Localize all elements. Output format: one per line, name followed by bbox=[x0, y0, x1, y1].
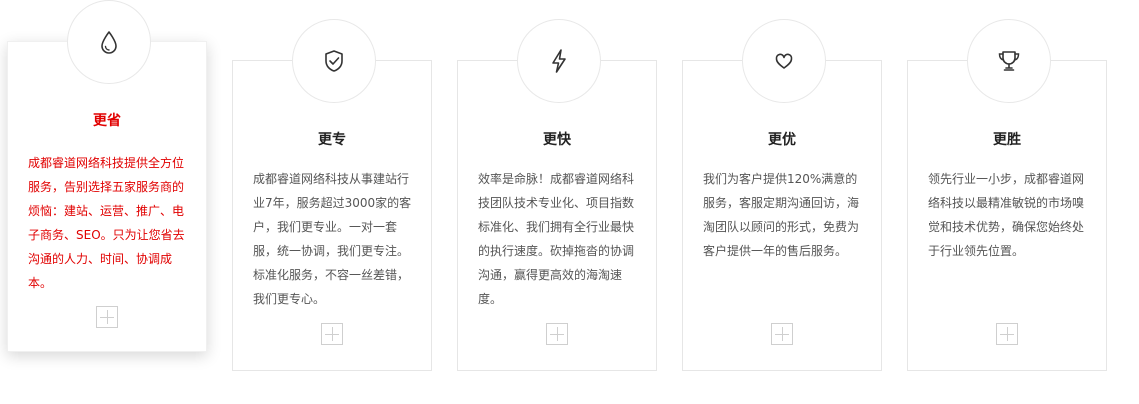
expand-plus-button[interactable] bbox=[96, 306, 118, 328]
heart-icon bbox=[775, 53, 793, 69]
shield-check-icon bbox=[325, 50, 343, 72]
trophy-icon bbox=[998, 51, 1020, 71]
feature-card-save[interactable]: 更省 成都睿道网络科技提供全方位服务，告别选择五家服务商的烦恼：建站、运营、推广… bbox=[7, 0, 207, 352]
card-title: 更省 bbox=[93, 113, 121, 129]
feature-card-fast[interactable]: 更快 效率是命脉！成都睿道网络科技团队技术专业化、项目指数标准化、我们拥有全行业… bbox=[457, 19, 657, 371]
card-description: 成都睿道网络科技从事建站行业7年，服务超过3000家的客户，我们更专业。一对一套… bbox=[253, 172, 412, 306]
expand-plus-button[interactable] bbox=[771, 323, 793, 345]
icon-badge bbox=[517, 19, 601, 103]
icon-badge bbox=[967, 19, 1051, 103]
expand-plus-button[interactable] bbox=[546, 323, 568, 345]
icon-badge bbox=[67, 0, 151, 84]
droplet-icon bbox=[101, 31, 117, 54]
card-title: 更胜 bbox=[993, 132, 1021, 148]
feature-card-professional[interactable]: 更专 成都睿道网络科技从事建站行业7年，服务超过3000家的客户，我们更专业。一… bbox=[232, 19, 432, 371]
feature-card-win[interactable]: 更胜 领先行业一小步，成都睿道网络科技以最精准敏锐的市场嗅觉和技术优势，确保您始… bbox=[907, 19, 1107, 371]
card-description: 我们为客户提供120%满意的服务，客服定期沟通回访，海淘团队以顾问的形式，免费为… bbox=[703, 172, 860, 258]
expand-plus-button[interactable] bbox=[996, 323, 1018, 345]
expand-plus-button[interactable] bbox=[321, 323, 343, 345]
card-description: 领先行业一小步，成都睿道网络科技以最精准敏锐的市场嗅觉和技术优势，确保您始终处于… bbox=[928, 172, 1085, 258]
card-description: 效率是命脉！成都睿道网络科技团队技术专业化、项目指数标准化、我们拥有全行业最快的… bbox=[478, 172, 635, 306]
icon-badge bbox=[292, 19, 376, 103]
card-title: 更快 bbox=[543, 132, 571, 148]
card-title: 更专 bbox=[318, 132, 346, 148]
card-description: 成都睿道网络科技提供全方位服务，告别选择五家服务商的烦恼：建站、运营、推广、电子… bbox=[28, 156, 185, 290]
lightning-icon bbox=[552, 49, 566, 73]
feature-card-better[interactable]: 更优 我们为客户提供120%满意的服务，客服定期沟通回访，海淘团队以顾问的形式，… bbox=[682, 19, 882, 371]
card-title: 更优 bbox=[768, 132, 796, 148]
icon-badge bbox=[742, 19, 826, 103]
